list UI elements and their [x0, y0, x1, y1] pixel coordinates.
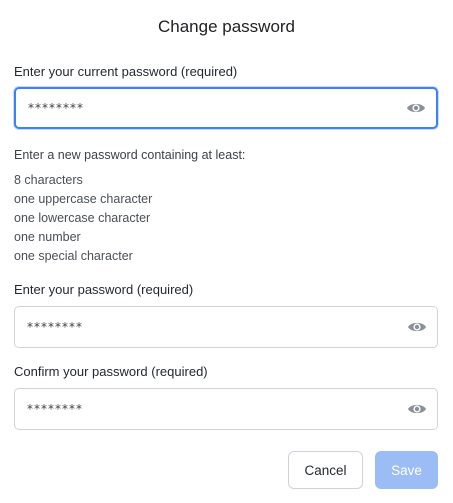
- confirm-password-input[interactable]: [27, 389, 397, 429]
- save-button[interactable]: Save: [375, 451, 438, 489]
- requirement-item: one special character: [14, 249, 133, 263]
- requirements-list: 8 characters one uppercase character one…: [14, 172, 152, 267]
- confirm-password-label: Confirm your password (required): [14, 364, 208, 379]
- change-password-dialog: Change password Enter your current passw…: [0, 0, 453, 503]
- current-password-field[interactable]: [14, 87, 438, 129]
- eye-icon[interactable]: [407, 319, 427, 335]
- requirement-item: 8 characters: [14, 173, 83, 187]
- new-password-label: Enter your password (required): [14, 282, 194, 297]
- cancel-button[interactable]: Cancel: [288, 451, 363, 489]
- new-password-input[interactable]: [27, 307, 397, 347]
- requirements-heading: Enter a new password containing at least…: [14, 148, 246, 162]
- eye-icon[interactable]: [407, 401, 427, 417]
- requirement-item: one number: [14, 230, 81, 244]
- new-password-field[interactable]: [14, 306, 438, 348]
- dialog-title: Change password: [157, 17, 296, 36]
- current-password-input[interactable]: [28, 89, 398, 127]
- current-password-label: Enter your current password (required): [14, 64, 238, 79]
- requirement-item: one lowercase character: [14, 211, 151, 225]
- confirm-password-field[interactable]: [14, 388, 438, 430]
- eye-icon[interactable]: [406, 100, 426, 116]
- requirement-item: one uppercase character: [14, 192, 153, 206]
